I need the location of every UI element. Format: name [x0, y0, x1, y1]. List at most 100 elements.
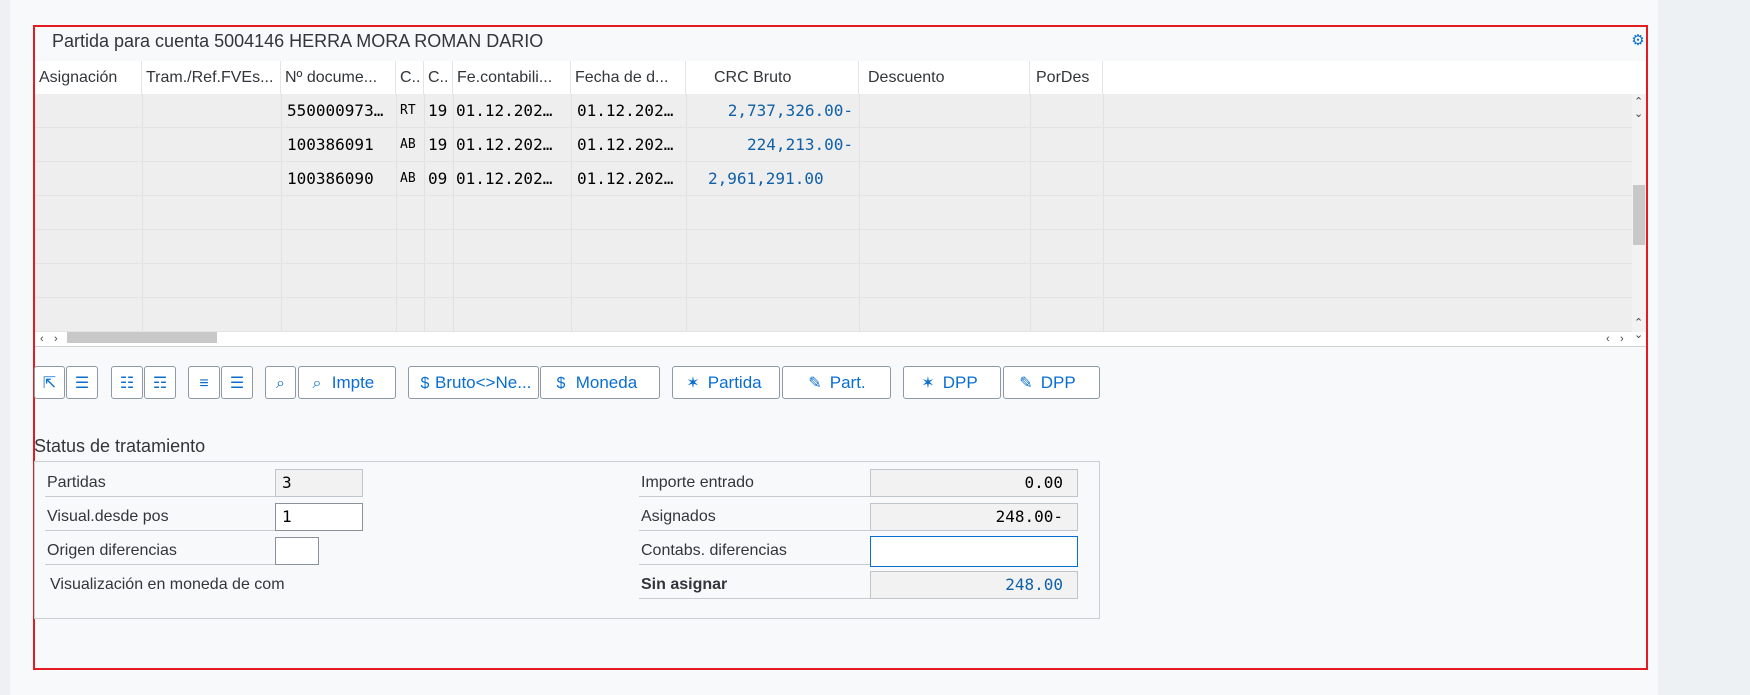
part-label: Part.	[829, 373, 866, 392]
table-row-empty	[35, 230, 1632, 264]
cell-doc: 100386090	[287, 169, 374, 188]
page-title: Partida para cuenta 5004146 HERRA MORA R…	[52, 31, 544, 51]
horizontal-scroll-thumb[interactable]	[67, 332, 217, 343]
align-center-icon: ≡	[199, 375, 209, 392]
cell-asignacion	[35, 128, 142, 161]
search-button[interactable]: ⌕	[265, 366, 296, 399]
cell-asignacion	[35, 162, 142, 195]
cell-doc: 550000973…	[287, 101, 384, 120]
dpp-edit-button[interactable]: ✎ DPP	[1003, 366, 1100, 399]
bruto-neto-button[interactable]: $ Bruto<>Ne...	[408, 366, 539, 399]
cell-c1: AB	[400, 171, 416, 186]
sort-descending-button[interactable]: ☰	[221, 366, 253, 399]
origen-diferencias-input[interactable]	[275, 537, 319, 565]
importe-entrado-field: 0.00	[870, 469, 1078, 497]
contabs-diferencias-input[interactable]	[870, 536, 1078, 567]
horizontal-scrollbar[interactable]	[35, 332, 1646, 347]
part-button[interactable]: ✎ Part.	[782, 366, 891, 399]
col-header-asignacion[interactable]: Asignación	[35, 61, 142, 94]
dpp-label: DPP	[942, 373, 978, 392]
filter-icon: ☰	[229, 375, 245, 392]
cell-tram	[142, 162, 281, 195]
cell-c2: 09	[428, 169, 448, 188]
cell-c1: RT	[400, 103, 416, 118]
sort-ascending-button[interactable]: ≡	[188, 366, 220, 399]
col-header-clave[interactable]: C..	[424, 61, 453, 94]
scroll-up-icon[interactable]: ⌃	[1634, 97, 1643, 108]
cell-fecont: 01.12.202…	[456, 169, 553, 188]
col-header-clase[interactable]: C..	[396, 61, 424, 94]
visualizacion-moneda-label: Visualización en moneda de com	[50, 576, 285, 593]
dpp-label: DPP	[1040, 373, 1076, 392]
select-block-button[interactable]: ☰	[66, 366, 98, 399]
bruto-neto-label: Bruto<>Ne...	[435, 373, 532, 392]
magic-wand-icon: ✶	[921, 375, 935, 392]
col-header-fecha-documento[interactable]: Fecha de d...	[571, 61, 686, 94]
search-icon: ⌕	[276, 375, 285, 392]
pencil-icon: ✎	[808, 375, 822, 392]
cell-fecont: 01.12.202…	[456, 101, 553, 120]
scroll-down-end-icon[interactable]: ⌄	[1634, 330, 1643, 341]
cell-fecont: 01.12.202…	[456, 135, 553, 154]
sin-asignar-label: Sin asignar	[639, 571, 870, 599]
moneda-button[interactable]: $ Moneda	[540, 366, 660, 399]
col-header-num-documento[interactable]: Nº docume...	[281, 61, 396, 94]
scroll-left-icon[interactable]: ‹	[40, 334, 44, 345]
cell-descuento	[859, 162, 1030, 195]
table-body: 550000973… RT 19 01.12.202… 01.12.202… 2…	[35, 94, 1632, 332]
vertical-scroll-thumb[interactable]	[1633, 185, 1645, 245]
scroll-right-end-icon[interactable]: ›	[1620, 334, 1624, 345]
cell-fechad: 01.12.202…	[577, 169, 674, 188]
col-header-fe-contabilizacion[interactable]: Fe.contabili...	[453, 61, 571, 94]
cell-tram	[142, 94, 281, 127]
cell-bruto: 2,737,326.00-	[727, 101, 853, 120]
table-row-empty	[35, 298, 1632, 332]
magic-wand-icon: ✶	[686, 375, 700, 392]
cell-descuento	[859, 128, 1030, 161]
table-row[interactable]: 100386091 AB 19 01.12.202… 01.12.202… 22…	[35, 128, 1632, 162]
scroll-right-icon[interactable]: ›	[54, 334, 58, 345]
cell-pordes	[1030, 128, 1103, 161]
col-header-tram-ref[interactable]: Tram./Ref.FVEs...	[142, 61, 281, 94]
cell-pordes	[1030, 94, 1103, 127]
table-header: Asignación Tram./Ref.FVEs... Nº docume..…	[35, 61, 1646, 95]
select-cursor-icon: ⇱	[42, 375, 57, 392]
visual-desde-label: Visual.desde pos	[45, 503, 275, 531]
deactivate-items-button[interactable]: ☶	[144, 366, 176, 399]
currency-icon: $	[420, 375, 430, 392]
impte-label: Impte	[331, 373, 375, 392]
cell-c2: 19	[428, 135, 448, 154]
settings-gear-icon[interactable]: ⚙	[1630, 33, 1646, 49]
cell-pordes	[1030, 162, 1103, 195]
table-row[interactable]: 100386090 AB 09 01.12.202… 01.12.202… 2,…	[35, 162, 1632, 196]
moneda-label: Moneda	[575, 373, 638, 392]
cell-doc: 100386091	[287, 135, 374, 154]
asignados-label: Asignados	[639, 503, 870, 531]
col-header-descuento[interactable]: Descuento	[859, 61, 1030, 94]
dpp-wand-button[interactable]: ✶ DPP	[903, 366, 1001, 399]
origen-diferencias-label: Origen diferencias	[45, 537, 275, 565]
partida-button[interactable]: ✶ Partida	[672, 366, 780, 399]
scroll-down-icon[interactable]: ⌄	[1634, 109, 1643, 120]
cell-c2: 19	[428, 101, 448, 120]
checklist-icon: ☰	[74, 375, 90, 392]
select-all-button[interactable]: ⇱	[34, 366, 65, 399]
scroll-left-end-icon[interactable]: ‹	[1606, 334, 1610, 345]
table-row-empty	[35, 196, 1632, 230]
col-header-crc-bruto[interactable]: CRC Bruto	[686, 61, 859, 94]
status-heading: Status de tratamiento	[34, 436, 206, 456]
pencil-icon: ✎	[1019, 375, 1033, 392]
sin-asignar-field: 248.00	[870, 571, 1078, 599]
cell-asignacion	[35, 94, 142, 127]
cell-bruto: 2,961,291.00	[708, 169, 824, 188]
partidas-label: Partidas	[45, 469, 275, 497]
importe-entrado-label: Importe entrado	[639, 469, 870, 497]
visual-desde-input[interactable]: 1	[275, 503, 363, 531]
impte-button[interactable]: ⌕ Impte	[298, 366, 396, 399]
activate-items-button[interactable]: ☷	[111, 366, 143, 399]
asignados-field: 248.00-	[870, 503, 1078, 531]
table-row[interactable]: 550000973… RT 19 01.12.202… 01.12.202… 2…	[35, 94, 1632, 128]
col-header-pordes[interactable]: PorDes	[1030, 61, 1103, 94]
search-icon: ⌕	[312, 375, 322, 392]
scroll-up-end-icon[interactable]: ⌃	[1634, 318, 1643, 329]
